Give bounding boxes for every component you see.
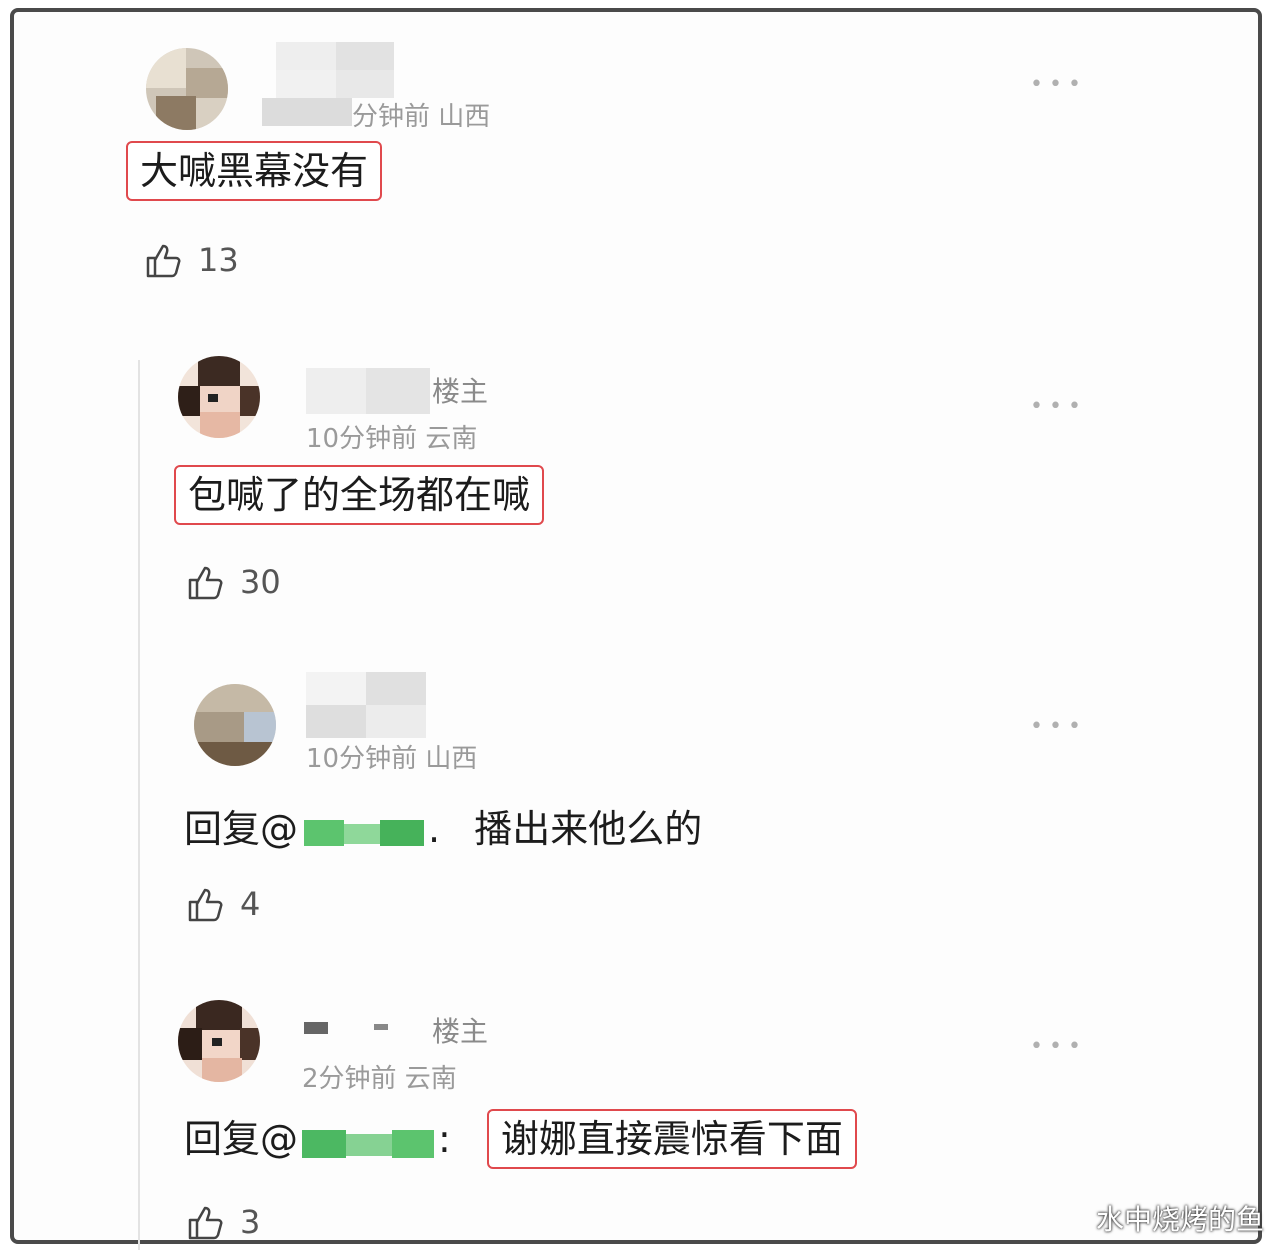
comment-text: 播出来他么的: [474, 807, 703, 851]
thumbs-up-icon: [146, 244, 181, 278]
thumbs-up-icon: [188, 1206, 223, 1240]
reply-separator: :: [438, 1117, 451, 1161]
reply-separator: .: [428, 807, 441, 851]
avatar[interactable]: [178, 356, 260, 438]
owner-badge: 楼主: [432, 1015, 489, 1048]
reply-line: 回复@ : 谢娜直接震惊看下面: [184, 1108, 857, 1169]
username-blurred[interactable]: [306, 672, 426, 738]
comment-meta: 10分钟前 山西: [306, 744, 478, 774]
time-blur: [262, 98, 352, 126]
reply-prefix: 回复@: [184, 1117, 299, 1161]
username-blurred[interactable]: [304, 1016, 394, 1040]
more-dots-icon[interactable]: •••: [1030, 394, 1087, 419]
username-blurred[interactable]: [306, 368, 430, 414]
comment-meta: 10分钟前 云南: [306, 424, 478, 454]
thumbs-up-icon: [188, 566, 223, 600]
avatar[interactable]: [178, 1000, 260, 1082]
like-button[interactable]: 13: [144, 240, 239, 280]
comment-text: 包喊了的全场都在喊: [174, 465, 545, 525]
thumbs-up-icon: [188, 888, 223, 922]
mentioned-user-blurred[interactable]: [298, 816, 428, 848]
comment-meta: 分钟前 山西: [352, 102, 491, 132]
like-button[interactable]: 30: [186, 562, 281, 602]
comment-text: 大喊黑幕没有: [126, 141, 383, 201]
reply-thread-line: [138, 360, 140, 1250]
like-count: 13: [198, 241, 239, 279]
comment-meta: 2分钟前 云南: [302, 1064, 457, 1094]
more-dots-icon[interactable]: •••: [1030, 1034, 1087, 1059]
comment-text: 谢娜直接震惊看下面: [486, 1109, 857, 1169]
like-count: 4: [240, 885, 261, 923]
owner-badge: 楼主: [432, 375, 489, 408]
avatar[interactable]: [146, 48, 228, 130]
username-blurred[interactable]: [276, 42, 394, 98]
like-button[interactable]: 4: [186, 884, 260, 924]
reply-line: 回复@ . 播出来他么的: [184, 798, 702, 853]
mentioned-user-blurred[interactable]: [298, 1126, 438, 1158]
like-count: 3: [240, 1203, 261, 1241]
like-count: 30: [240, 563, 281, 601]
like-button[interactable]: 3: [186, 1202, 260, 1242]
more-dots-icon[interactable]: •••: [1030, 72, 1087, 97]
watermark: 水中烧烤的鱼: [1095, 1203, 1264, 1236]
avatar[interactable]: [194, 684, 276, 766]
reply-prefix: 回复@: [184, 807, 299, 851]
more-dots-icon[interactable]: •••: [1030, 714, 1087, 739]
